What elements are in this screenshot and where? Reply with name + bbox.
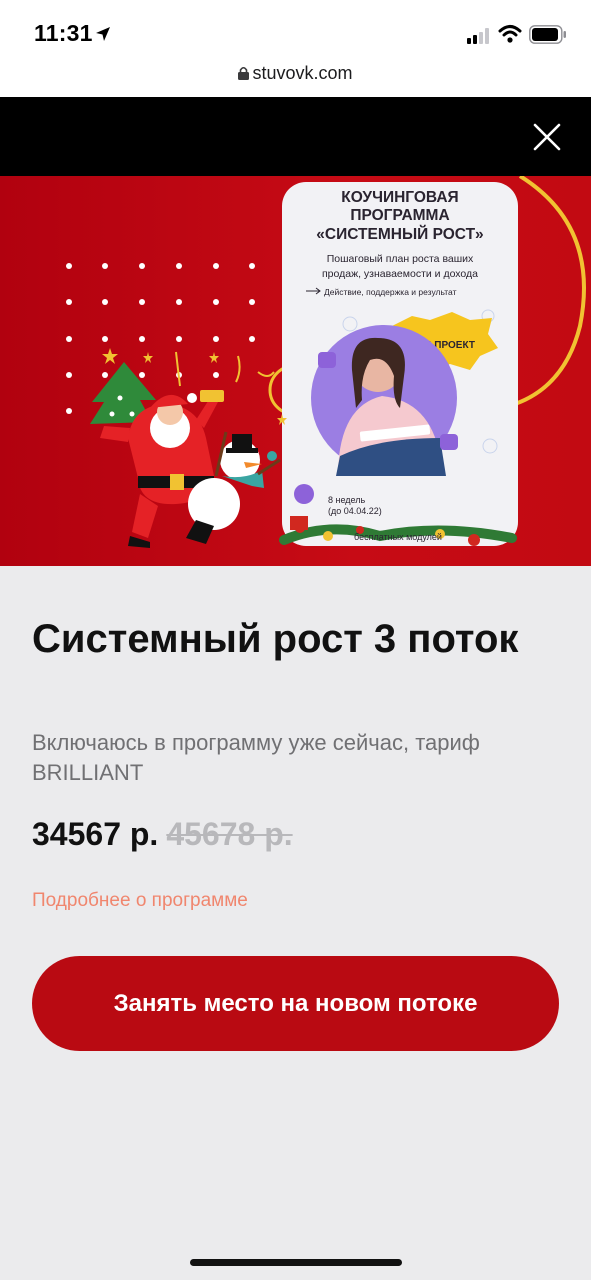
- gold-arc: [514, 176, 586, 406]
- join-flow-button[interactable]: Занять место на новом потоке: [32, 956, 559, 1051]
- card-title-3: «СИСТЕМНЫЙ РОСТ»: [316, 225, 483, 243]
- comment-badge-icon: [440, 434, 458, 450]
- promo-banner: КОУЧИНГОВАЯ ПРОГРАММА «СИСТЕМНЫЙ РОСТ» П…: [0, 176, 591, 566]
- more-info-link[interactable]: Подробнее о программе: [32, 890, 248, 912]
- card-title-2: ПРОГРАММА: [350, 207, 449, 224]
- card-desc-1: Пошаговый план роста ваших: [327, 253, 474, 265]
- weeks-line1: 8 недель: [328, 495, 365, 505]
- status-bar: 11:31: [0, 0, 591, 58]
- weeks-line2: (до 04.04.22): [328, 506, 382, 516]
- modal-header: [0, 97, 591, 176]
- page: 11:31 stuvovk.com КОУЧИНГОВАЯ ПРОГРАММА …: [0, 0, 591, 1280]
- like-badge-icon: [318, 352, 336, 368]
- card-footer: бесплатных модулей: [354, 532, 442, 542]
- product-content: Системный рост 3 поток Включаюсь в прогр…: [0, 566, 591, 1280]
- close-icon[interactable]: [531, 121, 563, 153]
- home-indicator[interactable]: [190, 1259, 402, 1266]
- card-points: Действие, поддержка и результат: [324, 287, 457, 297]
- price-row: 34567 р. 45678 р.: [32, 816, 293, 853]
- product-title: Системный рост 3 поток: [32, 617, 519, 661]
- cellular-signal-icon: [467, 28, 489, 44]
- banner-illustration: КОУЧИНГОВАЯ ПРОГРАММА «СИСТЕМНЫЙ РОСТ» П…: [66, 176, 586, 548]
- product-subtitle: Включаюсь в программу уже сейчас, тариф …: [32, 730, 480, 785]
- battery-icon: [529, 25, 566, 44]
- wifi-icon: [498, 25, 522, 43]
- browser-url-bar[interactable]: stuvovk.com: [0, 58, 591, 97]
- url-text: stuvovk.com: [252, 63, 353, 83]
- status-time: 11:31: [34, 20, 93, 46]
- clock-icon: [294, 484, 314, 504]
- location-arrow-icon: [96, 27, 110, 41]
- card-desc-2: продаж, узнаваемости и дохода: [322, 268, 478, 280]
- lock-icon: [238, 66, 250, 80]
- old-price: 45678 р.: [166, 816, 293, 852]
- current-price: 34567 р.: [32, 816, 159, 852]
- card-title-1: КОУЧИНГОВАЯ: [341, 189, 458, 206]
- dot-grid: [66, 263, 255, 414]
- url-display[interactable]: stuvovk.com: [0, 63, 591, 84]
- sparkle-lines: [175, 351, 275, 387]
